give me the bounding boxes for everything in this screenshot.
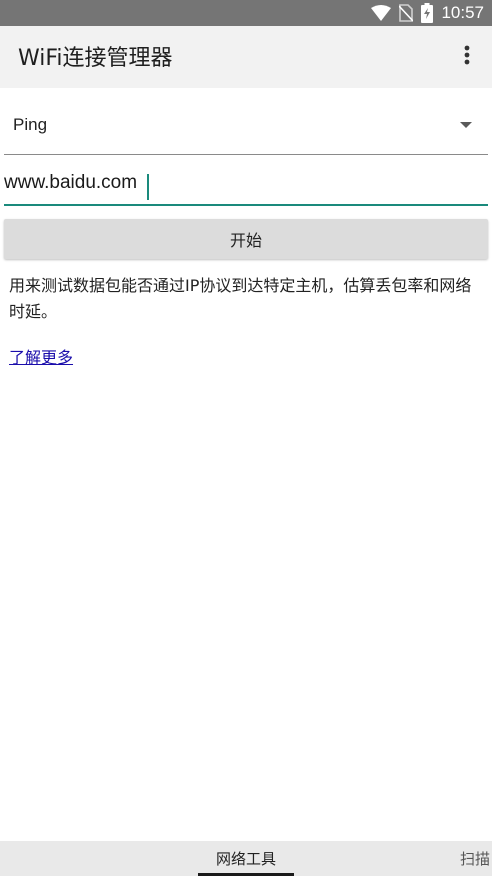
tab-network-tools[interactable]: 网络工具 xyxy=(196,841,296,876)
status-time: 10:57 xyxy=(441,3,484,22)
dropdown-arrow-icon xyxy=(460,122,472,128)
app-bar: WiFi连接管理器 xyxy=(0,26,492,88)
more-vert-icon xyxy=(464,45,470,69)
host-input-container xyxy=(4,166,488,206)
learn-more-link[interactable]: 了解更多 xyxy=(9,344,73,368)
no-sim-icon xyxy=(399,4,414,22)
status-icons: 10:57 xyxy=(371,3,484,23)
host-input[interactable] xyxy=(4,172,484,194)
more-options-button[interactable] xyxy=(452,40,482,74)
battery-charging-icon xyxy=(421,3,434,23)
status-bar: 10:57 xyxy=(0,0,492,26)
tab-scan[interactable]: 扫描 xyxy=(460,841,492,876)
wifi-icon xyxy=(371,5,392,21)
bottom-tab-bar: 网络工具 扫描 xyxy=(0,841,492,876)
tool-type-dropdown[interactable]: Ping xyxy=(4,96,488,155)
start-button[interactable]: 开始 xyxy=(4,219,488,259)
tool-description: 用来测试数据包能否通过IP协议到达特定主机，估算丢包率和网络时延。 xyxy=(9,276,472,321)
text-cursor xyxy=(147,174,149,200)
tool-type-selected: Ping xyxy=(13,115,48,134)
app-title: WiFi连接管理器 xyxy=(18,46,173,71)
